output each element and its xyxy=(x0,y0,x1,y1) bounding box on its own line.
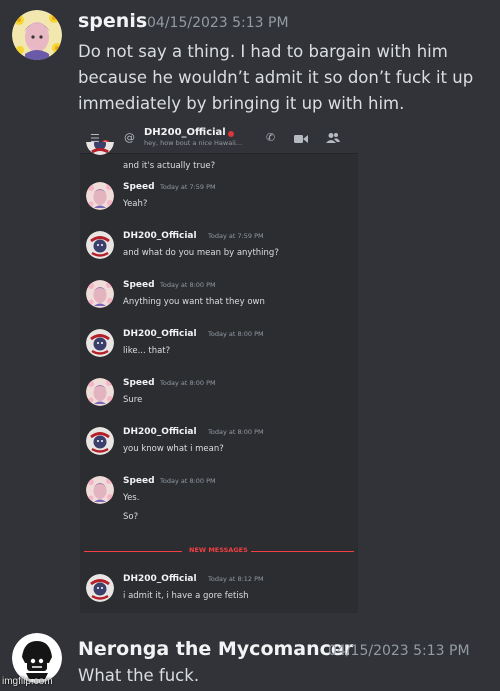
avatar-speed[interactable] xyxy=(86,182,114,210)
chat-username[interactable]: DH200_Official xyxy=(123,427,197,437)
call-icon[interactable]: ✆ xyxy=(266,131,275,144)
message-line: What the fuck. xyxy=(78,666,200,685)
chat-message-text: So? xyxy=(123,512,139,522)
chat-message-text: Yes. xyxy=(123,493,140,503)
chat-message: DH200_Official Today at 8:00 PM like... th… xyxy=(80,329,358,375)
chat-timestamp: Today at 8:00 PM xyxy=(208,330,264,338)
message-line: Do not say a thing. I had to bargain wit… xyxy=(78,42,448,61)
new-messages-label: NEW MESSAGES xyxy=(186,546,251,554)
chat-timestamp: Today at 7:59 PM xyxy=(208,232,264,240)
chat-username[interactable]: DH200_Official xyxy=(123,329,197,339)
avatar-speed[interactable] xyxy=(86,378,114,406)
chat-message-text: i admit it, i have a gore fetish xyxy=(123,591,249,601)
chat-timestamp: Today at 8:12 PM xyxy=(208,575,264,583)
video-icon[interactable] xyxy=(294,134,308,144)
chat-timestamp: Today at 7:59 PM xyxy=(160,183,216,191)
message-text: and it's actually true? xyxy=(123,161,216,171)
message-neronga: Neronga the Mycomancer 04/15/2023 5:13 P… xyxy=(0,625,500,691)
timestamp: 04/15/2023 5:13 PM xyxy=(328,643,470,659)
mention-icon: @ xyxy=(124,131,135,144)
chat-message: Speed Today at 8:00 PM Anything you want t… xyxy=(80,280,358,326)
members-icon[interactable] xyxy=(326,132,340,144)
chat-message-text: and what do you mean by anything? xyxy=(123,248,279,258)
dm-header: ☰ 1 @ DH200_Official hey, how bout a nic… xyxy=(80,125,358,154)
avatar-dh200[interactable] xyxy=(86,574,114,602)
embedded-screenshot[interactable]: ☰ 1 @ DH200_Official hey, how bout a nic… xyxy=(80,125,358,613)
chat-message: Speed Today at 8:00 PM Sure xyxy=(80,378,358,424)
chat-timestamp: Today at 8:00 PM xyxy=(160,281,216,289)
chat-username[interactable]: Speed xyxy=(123,378,155,388)
chat-message: DH200_Official Today at 7:59 PM and what d… xyxy=(80,231,358,277)
chat-message: DH200_Official Today at 8:12 PM i admit it… xyxy=(80,574,358,613)
watermark: imgflip.com xyxy=(2,676,53,687)
chat-timestamp: Today at 8:00 PM xyxy=(160,379,216,387)
chat-message-text: Anything you want that they own xyxy=(123,297,265,307)
avatar-dh200[interactable] xyxy=(86,427,114,455)
new-messages-divider: NEW MESSAGES xyxy=(80,546,358,556)
username[interactable]: spenis xyxy=(78,10,147,32)
chat-username[interactable]: DH200_Official xyxy=(123,574,197,584)
avatar-dh200[interactable] xyxy=(86,329,114,357)
dm-channel-name[interactable]: DH200_Official xyxy=(144,127,226,138)
message-line: because he wouldn’t admit it so don’t fu… xyxy=(78,68,474,87)
user-avatar-spenis[interactable] xyxy=(12,10,62,60)
message-line: immediately by bringing it up with him. xyxy=(78,94,405,113)
chat-message-text: like... that? xyxy=(123,346,171,356)
chat-message: Speed Today at 7:59 PM Yeah? xyxy=(80,182,358,228)
chat-message-text: Yeah? xyxy=(123,199,148,209)
chat-timestamp: Today at 8:00 PM xyxy=(208,428,264,436)
chat-message-text: Sure xyxy=(123,395,143,405)
dm-status-text: hey, how bout a nice Hawaii... xyxy=(144,139,243,147)
username[interactable]: Neronga the Mycomancer xyxy=(78,638,353,660)
chat-username[interactable]: Speed xyxy=(123,476,155,486)
chat-username[interactable]: Speed xyxy=(123,280,155,290)
chat-username[interactable]: Speed xyxy=(123,182,155,192)
avatar-speed[interactable] xyxy=(86,476,114,504)
chat-username[interactable]: DH200_Official xyxy=(123,231,197,241)
message-spenis: spenis 04/15/2023 5:13 PM Do not say a t… xyxy=(0,0,500,120)
dnd-status-icon xyxy=(228,131,234,137)
avatar-speed[interactable] xyxy=(86,280,114,308)
chat-timestamp: Today at 8:00 PM xyxy=(160,477,216,485)
chat-message: DH200_Official Today at 8:00 PM you know w… xyxy=(80,427,358,473)
chat-message-text: you know what i mean? xyxy=(123,444,224,454)
timestamp: 04/15/2023 5:13 PM xyxy=(147,15,289,31)
chat-message: Speed Today at 8:00 PM Yes. So? xyxy=(80,476,358,522)
avatar-dh200[interactable] xyxy=(86,231,114,259)
